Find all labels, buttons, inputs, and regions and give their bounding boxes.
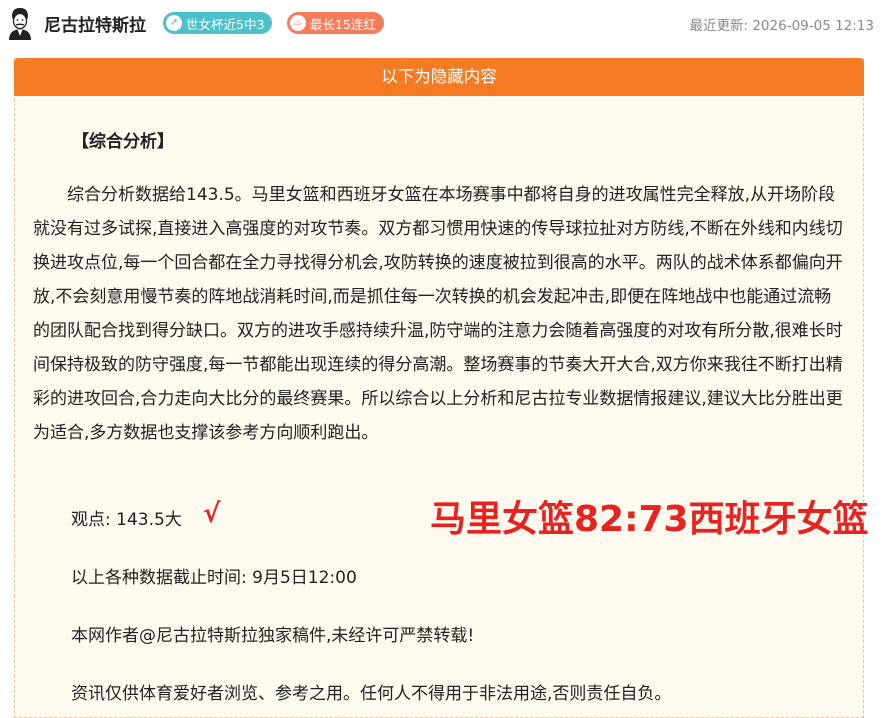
hidden-content-banner: 以下为隐藏内容 <box>14 58 864 96</box>
data-cutoff-time: 以上各种数据截止时间: 9月5日12:00 <box>71 568 357 588</box>
disclaimer-notice: 资讯仅供体育爱好者浏览、参考之用。任何人不得用于非法用途,否则责任自负。 <box>71 684 672 704</box>
copyright-notice: 本网作者@尼古拉特斯拉独家稿件,未经许可严禁转载! <box>71 626 475 646</box>
viewpoint: 观点: 143.5大 <box>71 510 182 530</box>
streak-badge-label: 最长15连红 <box>310 16 376 32</box>
author-name[interactable]: 尼古拉特斯拉 <box>44 11 146 36</box>
flame-icon: ♨ <box>290 15 306 31</box>
check-mark-icon: √ <box>203 499 221 529</box>
streak-badge: ♨ 最长15连红 <box>287 12 384 34</box>
recent-hit-badge-label: 世女杯近5中3 <box>186 16 265 32</box>
tesla-portrait-icon[interactable] <box>6 6 34 40</box>
analysis-paragraph: 综合分析数据给143.5。马里女篮和西班牙女篮在本场赛事中都将自身的进攻属性完全… <box>33 185 843 443</box>
last-updated: 最近更新: 2026-09-05 12:13 <box>689 18 875 34</box>
recent-hit-badge: ➚ 世女杯近5中3 <box>163 12 273 34</box>
result-score-stamp: 马里女篮82:73西班牙女篮 <box>430 499 869 540</box>
article-header: 尼古拉特斯拉 ➚ 世女杯近5中3 ♨ 最长15连红 最近更新: 2026-09-… <box>0 0 884 48</box>
section-title: 【综合分析】 <box>72 132 174 152</box>
target-arrow-icon: ➚ <box>166 15 182 31</box>
